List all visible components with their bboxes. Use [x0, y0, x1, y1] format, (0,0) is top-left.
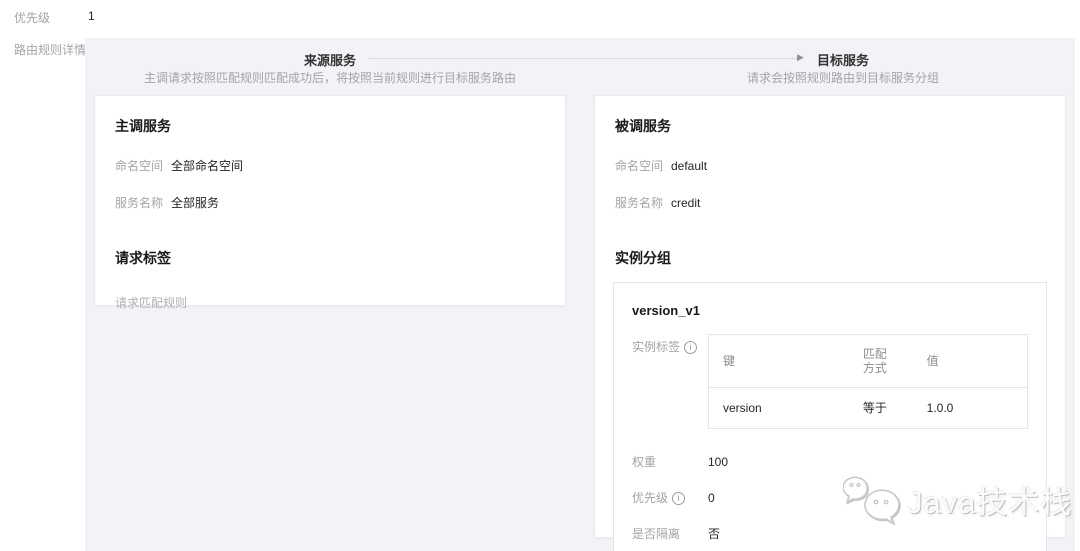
isolation-label: 是否隔离: [632, 527, 708, 541]
table-header-row: 键 匹配方式 值: [709, 335, 1028, 388]
source-service-title-text: 来源服务: [299, 53, 361, 68]
callee-service-card: 被调服务 命名空间 default 服务名称 credit 实例分组 versi…: [594, 95, 1066, 538]
column-header-value: 值: [913, 335, 1028, 388]
request-match-rule-empty-text: 请求匹配规则: [115, 294, 545, 311]
target-service-title-text: 目标服务: [812, 53, 874, 68]
service-name-row: 服务名称 全部服务: [115, 196, 545, 210]
priority-field-label: 优先级: [14, 9, 50, 26]
tag-match-type-cell: 等于: [849, 388, 913, 429]
target-service-subtitle: 请求会按照规则路由到目标服务分组: [603, 69, 1080, 86]
instance-tag-label: 实例标签 i: [632, 340, 708, 354]
group-name: version_v1: [632, 303, 1028, 318]
route-rule-detail-panel: ▶ 来源服务 主调请求按照匹配规则匹配成功后，将按照当前规则进行目标服务路由 目…: [85, 38, 1075, 551]
caller-service-heading: 主调服务: [115, 116, 545, 136]
group-priority-value: 0: [708, 491, 715, 505]
namespace-value: default: [671, 159, 707, 173]
request-tags-heading: 请求标签: [115, 248, 545, 268]
namespace-label: 命名空间: [615, 159, 671, 173]
instance-group-card: version_v1 实例标签 i 键 匹配方式 值: [613, 282, 1047, 551]
tag-key-cell: version: [709, 388, 849, 429]
group-priority-label-text: 优先级: [632, 491, 668, 505]
namespace-label: 命名空间: [115, 159, 171, 173]
source-service-subtitle: 主调请求按照匹配规则匹配成功后，将按照当前规则进行目标服务路由: [90, 69, 570, 86]
isolation-value: 否: [708, 527, 720, 541]
route-detail-field-label: 路由规则详情: [14, 41, 86, 58]
info-icon[interactable]: i: [672, 492, 685, 505]
table-row: version 等于 1.0.0: [709, 388, 1028, 429]
service-name-row: 服务名称 credit: [615, 196, 1045, 210]
weight-row: 权重 100: [632, 455, 1028, 469]
weight-label-text: 权重: [632, 455, 656, 469]
column-header-key: 键: [709, 335, 849, 388]
instance-group-heading: 实例分组: [615, 248, 1045, 268]
instance-tag-table: 键 匹配方式 值 version 等于 1.0.0: [708, 334, 1028, 429]
column-header-match-type: 匹配方式: [849, 335, 913, 388]
namespace-row: 命名空间 全部命名空间: [115, 159, 545, 173]
service-name-label: 服务名称: [615, 196, 671, 210]
instance-tag-row: 实例标签 i 键 匹配方式 值 ve: [632, 340, 1028, 429]
isolation-row: 是否隔离 否: [632, 527, 1028, 541]
callee-service-heading: 被调服务: [615, 116, 1045, 136]
source-service-title: 来源服务: [90, 50, 570, 69]
namespace-row: 命名空间 default: [615, 159, 1045, 173]
namespace-value: 全部命名空间: [171, 159, 243, 173]
weight-value: 100: [708, 455, 728, 469]
target-service-title: 目标服务: [603, 50, 1080, 69]
isolation-label-text: 是否隔离: [632, 527, 680, 541]
instance-tag-label-text: 实例标签: [632, 340, 680, 354]
group-priority-row: 优先级 i 0: [632, 491, 1028, 505]
weight-label: 权重: [632, 455, 708, 469]
service-name-value: 全部服务: [171, 196, 219, 210]
group-priority-label: 优先级 i: [632, 491, 708, 505]
service-name-value: credit: [671, 196, 700, 210]
caller-service-card: 主调服务 命名空间 全部命名空间 服务名称 全部服务 请求标签 请求匹配规则: [94, 95, 566, 306]
service-name-label: 服务名称: [115, 196, 171, 210]
info-icon[interactable]: i: [684, 341, 697, 354]
route-rule-detail-page: 优先级 1 路由规则详情 ▶ 来源服务 主调请求按照匹配规则匹配成功后，将按照当…: [0, 0, 1080, 551]
priority-field-value: 1: [88, 9, 95, 23]
tag-value-cell: 1.0.0: [913, 388, 1028, 429]
